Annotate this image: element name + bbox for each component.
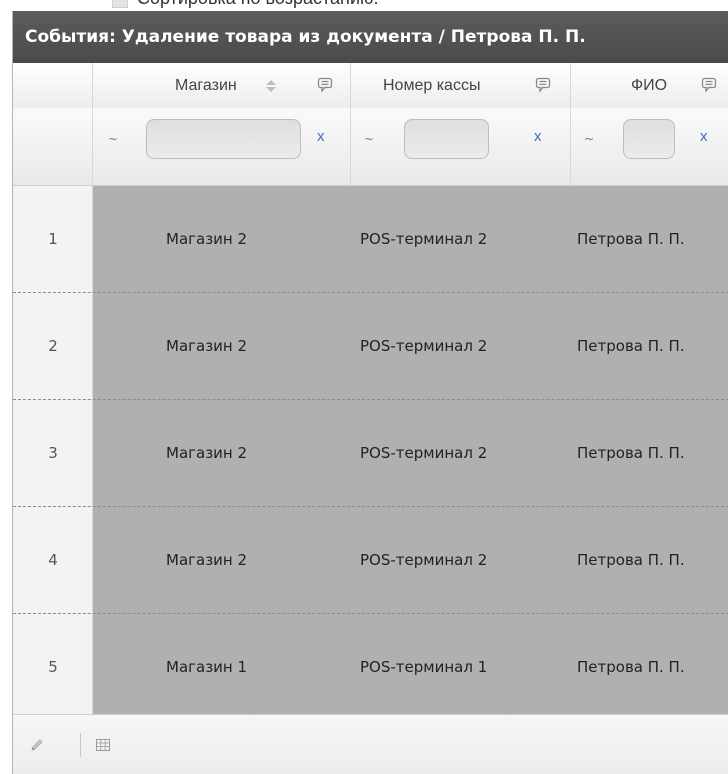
column-header-store[interactable]: Магазин: [93, 63, 351, 108]
row-data: Магазин 2 POS-терминал 2 Петрова П. П.: [93, 400, 728, 507]
row-number-filter-cell: [13, 108, 93, 185]
cell-name: Петрова П. П.: [577, 337, 685, 355]
cell-name: Петрова П. П.: [577, 230, 685, 248]
cell-name: Петрова П. П.: [577, 551, 685, 569]
cell-register: POS-терминал 1: [360, 658, 488, 676]
column-menu-icon[interactable]: [535, 77, 551, 93]
cell-store: Магазин 2: [166, 551, 248, 569]
cell-store: Магазин 1: [166, 658, 248, 676]
filter-input-register[interactable]: [404, 119, 489, 159]
row-number: 2: [48, 337, 58, 355]
cell-register: POS-терминал 2: [360, 551, 488, 569]
sort-caption-text: Сортировка по возрастанию.: [137, 0, 379, 9]
filter-operator[interactable]: ~: [364, 132, 374, 146]
row-number: 3: [48, 444, 58, 462]
row-data: Магазин 2 POS-терминал 2 Петрова П. П.: [93, 293, 728, 400]
column-menu-icon[interactable]: [317, 77, 333, 93]
grid-icon[interactable]: [95, 737, 111, 753]
table-row[interactable]: 2 Магазин 2 POS-терминал 2 Петрова П. П.: [13, 293, 728, 400]
filter-input-name[interactable]: [623, 119, 675, 159]
column-menu-icon[interactable]: [701, 77, 717, 93]
grid-footer: [13, 714, 728, 774]
events-grid: События: Удаление товара из документа / …: [12, 11, 728, 774]
column-header-row: Магазин Номер кассы ФИО: [13, 63, 728, 109]
clear-filter-button[interactable]: x: [700, 128, 708, 145]
column-header-name[interactable]: ФИО: [571, 63, 728, 108]
filter-cell-name: ~ x: [571, 108, 728, 185]
row-number-cell: 3: [13, 400, 93, 507]
row-data: Магазин 2 POS-терминал 2 Петрова П. П.: [93, 186, 728, 293]
row-data: Магазин 2 POS-терминал 2 Петрова П. П.: [93, 507, 728, 614]
filter-input-store[interactable]: [146, 119, 301, 159]
table-row[interactable]: 1 Магазин 2 POS-терминал 2 Петрова П. П.: [13, 186, 728, 293]
footer-divider: [80, 733, 81, 757]
filter-operator[interactable]: ~: [584, 132, 594, 146]
row-number-cell: 2: [13, 293, 93, 400]
column-header-label: Магазин: [175, 77, 237, 94]
cell-store: Магазин 2: [166, 230, 248, 248]
clear-filter-button[interactable]: x: [317, 128, 325, 145]
row-number: 1: [48, 230, 58, 248]
row-number: 4: [48, 551, 58, 569]
filter-operator[interactable]: ~: [108, 132, 118, 146]
cell-name: Петрова П. П.: [577, 658, 685, 676]
table-row[interactable]: 4 Магазин 2 POS-терминал 2 Петрова П. П.: [13, 507, 728, 614]
grid-title: События: Удаление товара из документа / …: [13, 11, 728, 63]
sort-icon[interactable]: [265, 78, 277, 94]
row-number: 5: [48, 658, 58, 676]
row-number-cell: 5: [13, 614, 93, 721]
sort-caption: Сортировка по возрастанию.: [0, 0, 728, 11]
cell-name: Петрова П. П.: [577, 444, 685, 462]
row-data: Магазин 1 POS-терминал 1 Петрова П. П.: [93, 614, 728, 721]
checkbox-icon: [112, 0, 128, 8]
row-number-cell: 4: [13, 507, 93, 614]
column-header-register[interactable]: Номер кассы: [351, 63, 571, 108]
row-number-header: [13, 63, 93, 108]
cell-register: POS-терминал 2: [360, 337, 488, 355]
cell-register: POS-терминал 2: [360, 444, 488, 462]
pencil-icon[interactable]: [29, 737, 45, 753]
table-row[interactable]: 3 Магазин 2 POS-терминал 2 Петрова П. П.: [13, 400, 728, 507]
clear-filter-button[interactable]: x: [534, 128, 542, 145]
cell-store: Магазин 2: [166, 444, 248, 462]
filter-row: ~ x ~ x ~ x: [13, 108, 728, 186]
table-row[interactable]: 5 Магазин 1 POS-терминал 1 Петрова П. П.: [13, 614, 728, 721]
cell-store: Магазин 2: [166, 337, 248, 355]
cell-register: POS-терминал 2: [360, 230, 488, 248]
column-header-label: Номер кассы: [383, 77, 481, 94]
row-number-cell: 1: [13, 186, 93, 293]
column-header-label: ФИО: [631, 77, 668, 94]
filter-cell-store: ~ x: [93, 108, 351, 185]
filter-cell-register: ~ x: [351, 108, 571, 185]
